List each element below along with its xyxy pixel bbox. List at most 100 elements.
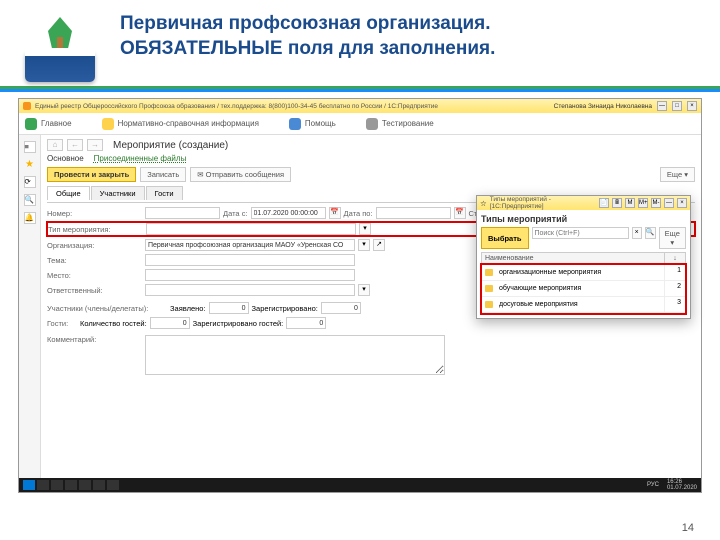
open-icon[interactable]: ↗	[373, 239, 385, 251]
org-field[interactable]	[145, 239, 355, 251]
menu-icon[interactable]: ≡	[24, 141, 36, 153]
dropdown-icon[interactable]: ▾	[358, 284, 370, 296]
content-area: ⌂ ← → Мероприятие (создание) Основное Пр…	[41, 135, 701, 478]
minimize-button[interactable]: —	[657, 101, 667, 111]
tab-guests[interactable]: Гости	[146, 186, 183, 200]
slide-title: Первичная профсоюзная организация. ОБЯЗА…	[120, 12, 700, 61]
popup-icon: ☆	[480, 199, 487, 208]
event-type-field[interactable]	[146, 223, 356, 235]
popup-more-button[interactable]: Еще ▾	[659, 227, 687, 249]
place-field[interactable]	[145, 269, 355, 281]
table-row[interactable]: обучающие мероприятия 2	[482, 281, 685, 297]
popup-tool-button[interactable]: M+	[638, 198, 648, 208]
table-row[interactable]: досуговые мероприятия 3	[482, 297, 685, 313]
tab-files[interactable]: Присоединенные файлы	[94, 154, 187, 163]
app-title: Единый реестр Общероссийского Профсоюза …	[35, 103, 550, 110]
label-declared: Заявлено:	[170, 304, 206, 313]
label-theme: Тема:	[47, 256, 142, 265]
label-guest-registered: Зарегистрировано гостей:	[193, 319, 284, 328]
close-button[interactable]: ×	[687, 101, 697, 111]
col-name[interactable]: Наименование	[482, 253, 665, 264]
gauge-icon	[366, 118, 378, 130]
maximize-button[interactable]: □	[672, 101, 682, 111]
help-icon	[289, 118, 301, 130]
sun-icon	[102, 118, 114, 130]
label-type: Тип мероприятия:	[48, 225, 143, 234]
tray-lang[interactable]: РУС	[647, 482, 659, 488]
more-button[interactable]: Еще ▾	[660, 167, 695, 182]
divider	[0, 86, 720, 92]
save-close-button[interactable]: Провести и закрыть	[47, 167, 136, 182]
taskbar-app[interactable]	[93, 480, 105, 490]
label-comment: Комментарий:	[47, 335, 142, 344]
app-titlebar: Единый реестр Общероссийского Профсоюза …	[19, 99, 701, 113]
side-toolbar: ≡ ★ ⟳ 🔍 🔔	[19, 135, 41, 478]
folder-icon	[485, 301, 493, 308]
taskbar-app[interactable]	[79, 480, 91, 490]
popup-title: Типы мероприятий - [1С:Предприятие]	[490, 196, 596, 210]
user-name: Степанова Зинаида Николаевна	[554, 103, 652, 110]
taskbar-app[interactable]	[107, 480, 119, 490]
app-window: Единый реестр Общероссийского Профсоюза …	[18, 98, 702, 493]
popup-tool-button[interactable]: 🖩	[612, 198, 622, 208]
date-from-field[interactable]	[251, 207, 326, 219]
start-button[interactable]	[23, 480, 35, 490]
popup-min-button[interactable]: —	[664, 198, 674, 208]
nav-back-button[interactable]: ←	[67, 139, 83, 151]
dropdown-icon[interactable]: ▾	[359, 223, 371, 235]
col-index[interactable]: ↓	[665, 253, 685, 264]
popup-heading: Типы мероприятий	[481, 214, 686, 224]
responsible-field[interactable]	[145, 284, 355, 296]
nav-reference[interactable]: Нормативно-справочная информация	[102, 118, 259, 130]
folder-icon	[485, 285, 493, 292]
tab-main[interactable]: Основное	[47, 154, 84, 163]
registered-field[interactable]	[321, 302, 361, 314]
nav-home-button[interactable]: ⌂	[47, 139, 63, 151]
popup-tool-button[interactable]: M	[625, 198, 635, 208]
label-participants: Участники (члены/делегаты):	[47, 304, 167, 313]
date-to-field[interactable]	[376, 207, 451, 219]
label-registered: Зарегистрировано:	[252, 304, 318, 313]
tray-time[interactable]: 16:2601.07.2020	[667, 479, 697, 491]
tab-general[interactable]: Общие	[47, 186, 90, 200]
taskbar-app[interactable]	[65, 480, 77, 490]
taskbar-app[interactable]	[37, 480, 49, 490]
label-guests: Гости:	[47, 319, 77, 328]
popup-tool-button[interactable]: 📄	[599, 198, 609, 208]
popup-close-button[interactable]: ×	[677, 198, 687, 208]
guest-count-field[interactable]	[150, 317, 190, 329]
star-icon[interactable]: ★	[25, 159, 34, 170]
popup-tool-button[interactable]: M-	[651, 198, 661, 208]
folder-icon	[485, 269, 493, 276]
send-button[interactable]: ✉ Отправить сообщения	[190, 167, 291, 182]
label-responsible: Ответственный:	[47, 286, 142, 295]
nav-forward-button[interactable]: →	[87, 139, 103, 151]
types-popup: ☆ Типы мероприятий - [1С:Предприятие] 📄 …	[476, 195, 691, 319]
bell-icon[interactable]: 🔔	[24, 212, 36, 224]
label-number: Номер:	[47, 209, 142, 218]
select-button[interactable]: Выбрать	[481, 227, 529, 249]
calendar-icon[interactable]: 📅	[329, 207, 341, 219]
table-row[interactable]: организационные мероприятия 1	[482, 265, 685, 281]
declared-field[interactable]	[209, 302, 249, 314]
nav-help[interactable]: Помощь	[289, 118, 336, 130]
number-field[interactable]	[145, 207, 220, 219]
search-icon[interactable]: ×	[632, 227, 642, 239]
taskbar-app[interactable]	[51, 480, 63, 490]
calendar-icon[interactable]: 📅	[454, 207, 466, 219]
label-place: Место:	[47, 271, 142, 280]
tab-participants[interactable]: Участники	[91, 186, 145, 200]
comment-field[interactable]	[145, 335, 445, 375]
label-org: Организация:	[47, 241, 142, 250]
dropdown-icon[interactable]: ▾	[358, 239, 370, 251]
nav-main[interactable]: Главное	[25, 118, 72, 130]
search-go-icon[interactable]: 🔍	[645, 227, 656, 239]
app-icon	[23, 102, 31, 110]
nav-testing[interactable]: Тестирование	[366, 118, 434, 130]
history-icon[interactable]: ⟳	[24, 176, 36, 188]
theme-field[interactable]	[145, 254, 355, 266]
search-icon[interactable]: 🔍	[24, 194, 36, 206]
popup-search-input[interactable]	[532, 227, 629, 239]
guest-registered-field[interactable]	[286, 317, 326, 329]
write-button[interactable]: Записать	[140, 167, 186, 182]
